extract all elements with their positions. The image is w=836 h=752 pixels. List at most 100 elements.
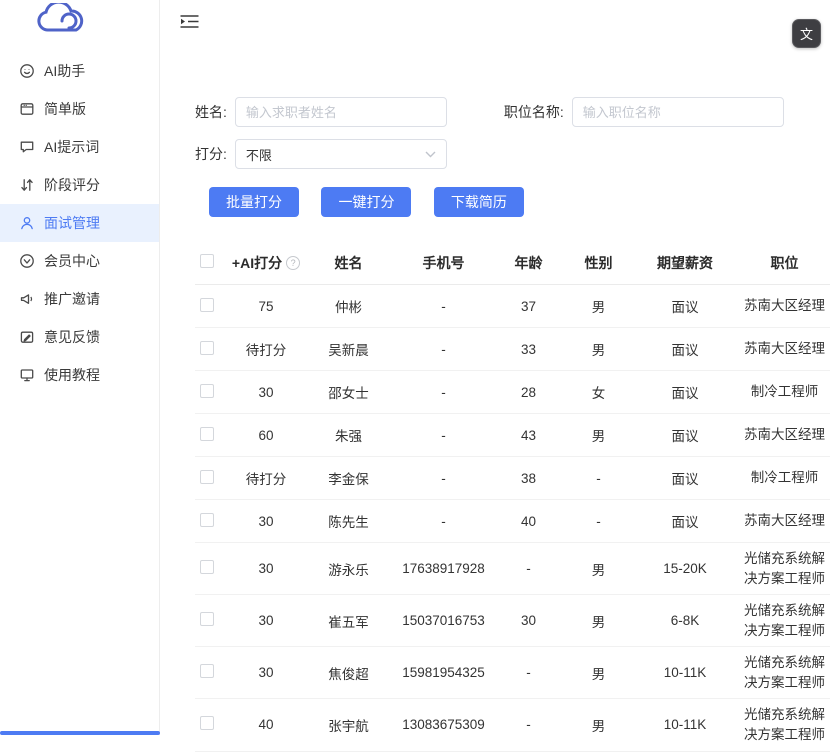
sidebar-item-label: 会员中心 xyxy=(44,253,100,269)
name-filter-input[interactable] xyxy=(234,97,447,127)
gender-cell: 男 xyxy=(591,343,606,358)
sidebar-item-stage-score[interactable]: 阶段评分 xyxy=(0,166,159,204)
phone-cell: 15037016753 xyxy=(402,613,485,629)
window-icon xyxy=(18,101,35,118)
salary-cell: 面议 xyxy=(671,300,699,315)
sidebar-item-label: 阶段评分 xyxy=(44,177,100,193)
row-checkbox[interactable] xyxy=(200,716,214,731)
row-checkbox[interactable] xyxy=(200,340,214,355)
help-icon[interactable]: ? xyxy=(286,255,301,270)
age-cell: 33 xyxy=(520,341,537,357)
cloud-swirl-logo-icon xyxy=(37,0,84,32)
name-cell: 仲彬 xyxy=(335,300,362,315)
salary-cell: 10-11K xyxy=(663,665,707,681)
age-cell: - xyxy=(526,561,531,577)
position-cell: 苏南大区经理 xyxy=(744,298,825,314)
row-checkbox[interactable] xyxy=(200,469,214,484)
table-row: 30 崔五军 15037016753 30 男 6-8K 光储充系统解决方案工程… xyxy=(195,595,830,648)
collapse-sidebar-icon[interactable] xyxy=(180,14,199,29)
sidebar-item-label: AI提示词 xyxy=(44,139,100,155)
job-filter-label: 职位名称: xyxy=(503,104,564,120)
gender-cell: 女 xyxy=(591,386,606,401)
gender-cell: - xyxy=(596,470,601,486)
position-cell: 光储充系统解决方案工程师 xyxy=(744,707,825,742)
table-header: +AI打分 ? 姓名 手机号 年龄 性别 期望薪资 职位 xyxy=(195,241,830,285)
app-logo xyxy=(0,0,159,42)
sidebar-item-label: 使用教程 xyxy=(44,367,100,383)
edit-icon xyxy=(18,329,35,346)
row-checkbox[interactable] xyxy=(200,512,214,527)
table-row: 75 仲彬 - 37 男 面议 苏南大区经理 xyxy=(195,285,830,328)
row-checkbox[interactable] xyxy=(200,560,214,575)
translate-button[interactable]: 文 xyxy=(792,19,821,48)
table-row: 30 游永乐 17638917928 - 男 15-20K 光储充系统解决方案工… xyxy=(195,543,830,596)
sidebar-item-ai-prompts[interactable]: AI提示词 xyxy=(0,128,159,166)
filter-panel: 姓名: 职位名称: 打分: 不限 xyxy=(195,97,830,217)
row-checkbox[interactable] xyxy=(200,426,214,441)
age-cell: 30 xyxy=(520,613,537,629)
table-row: 60 朱强 - 43 男 面议 苏南大区经理 xyxy=(195,414,830,457)
name-cell: 张宇航 xyxy=(328,718,369,734)
row-checkbox[interactable] xyxy=(200,297,214,312)
header-ai-score: +AI打分 ? xyxy=(231,253,301,273)
table-body: 75 仲彬 - 37 男 面议 苏南大区经理 待打分 吴新晨 - 33 男 面议… xyxy=(195,285,830,752)
sort-arrows-icon xyxy=(18,177,35,194)
app-root: AI助手 简单版 AI提示词 阶段评分 面试管理 会员中心 推广邀请 意见反馈 … xyxy=(0,0,836,752)
batch-score-button[interactable]: 批量打分 xyxy=(209,187,299,217)
candidates-table: +AI打分 ? 姓名 手机号 年龄 性别 期望薪资 职位 75 仲彬 - 37 … xyxy=(195,241,830,752)
phone-cell: - xyxy=(441,384,446,400)
name-filter-label: 姓名: xyxy=(195,104,227,120)
salary-cell: 面议 xyxy=(671,386,699,401)
position-cell: 光储充系统解决方案工程师 xyxy=(744,655,825,690)
chat-bubble-icon xyxy=(18,139,35,156)
score-cell: 30 xyxy=(258,613,274,629)
score-cell: 30 xyxy=(258,384,274,400)
gender-cell: 男 xyxy=(591,562,606,578)
gender-cell: 男 xyxy=(591,429,606,444)
score-cell: 待打分 xyxy=(245,343,287,358)
job-filter-input[interactable] xyxy=(571,97,784,127)
salary-cell: 面议 xyxy=(671,343,699,358)
score-cell: 30 xyxy=(258,513,274,529)
select-all-checkbox[interactable] xyxy=(200,254,214,268)
sidebar-item-member-center[interactable]: 会员中心 xyxy=(0,242,159,280)
sidebar-item-label: 简单版 xyxy=(44,101,86,117)
header-position: 职位 xyxy=(770,254,799,271)
topbar: 文 xyxy=(160,0,836,48)
header-age: 年龄 xyxy=(514,254,543,271)
download-resume-button[interactable]: 下载简历 xyxy=(433,187,524,217)
score-cell: 60 xyxy=(258,427,274,443)
name-cell: 游永乐 xyxy=(328,562,369,578)
sidebar-item-feedback[interactable]: 意见反馈 xyxy=(0,318,159,356)
phone-cell: - xyxy=(441,513,446,529)
row-checkbox[interactable] xyxy=(200,383,214,398)
row-checkbox[interactable] xyxy=(200,664,214,679)
sidebar-item-ai-assistant[interactable]: AI助手 xyxy=(0,52,159,90)
position-cell: 制冷工程师 xyxy=(750,470,819,486)
sidebar-item-interview-management[interactable]: 面试管理 xyxy=(0,204,159,242)
score-filter-select[interactable]: 不限 xyxy=(234,139,447,169)
header-salary: 期望薪资 xyxy=(657,254,713,271)
one-click-score-button[interactable]: 一键打分 xyxy=(321,187,412,217)
position-cell: 光储充系统解决方案工程师 xyxy=(744,551,825,586)
row-checkbox[interactable] xyxy=(200,612,214,627)
header-gender: 性别 xyxy=(584,254,613,271)
megaphone-icon xyxy=(18,291,35,308)
phone-cell: 15981954325 xyxy=(402,665,485,681)
sidebar-item-label: 面试管理 xyxy=(44,215,100,231)
horizontal-scrollbar-thumb[interactable] xyxy=(0,731,160,735)
position-cell: 光储充系统解决方案工程师 xyxy=(744,603,825,638)
table-row: 待打分 吴新晨 - 33 男 面议 苏南大区经理 xyxy=(195,328,830,371)
main-area: 文 姓名: 职位名称: 打分: 不限 xyxy=(160,0,836,752)
score-cell: 75 xyxy=(258,298,274,314)
sidebar-item-tutorial[interactable]: 使用教程 xyxy=(0,356,159,394)
age-cell: 38 xyxy=(520,470,537,486)
gender-cell: 男 xyxy=(591,614,606,630)
position-cell: 苏南大区经理 xyxy=(744,341,825,357)
sidebar-item-promotion-invite[interactable]: 推广邀请 xyxy=(0,280,159,318)
age-cell: 37 xyxy=(520,298,537,314)
content: 姓名: 职位名称: 打分: 不限 xyxy=(160,97,836,752)
gender-cell: - xyxy=(596,513,601,529)
sidebar-item-simple-version[interactable]: 简单版 xyxy=(0,90,159,128)
age-cell: - xyxy=(526,665,531,681)
